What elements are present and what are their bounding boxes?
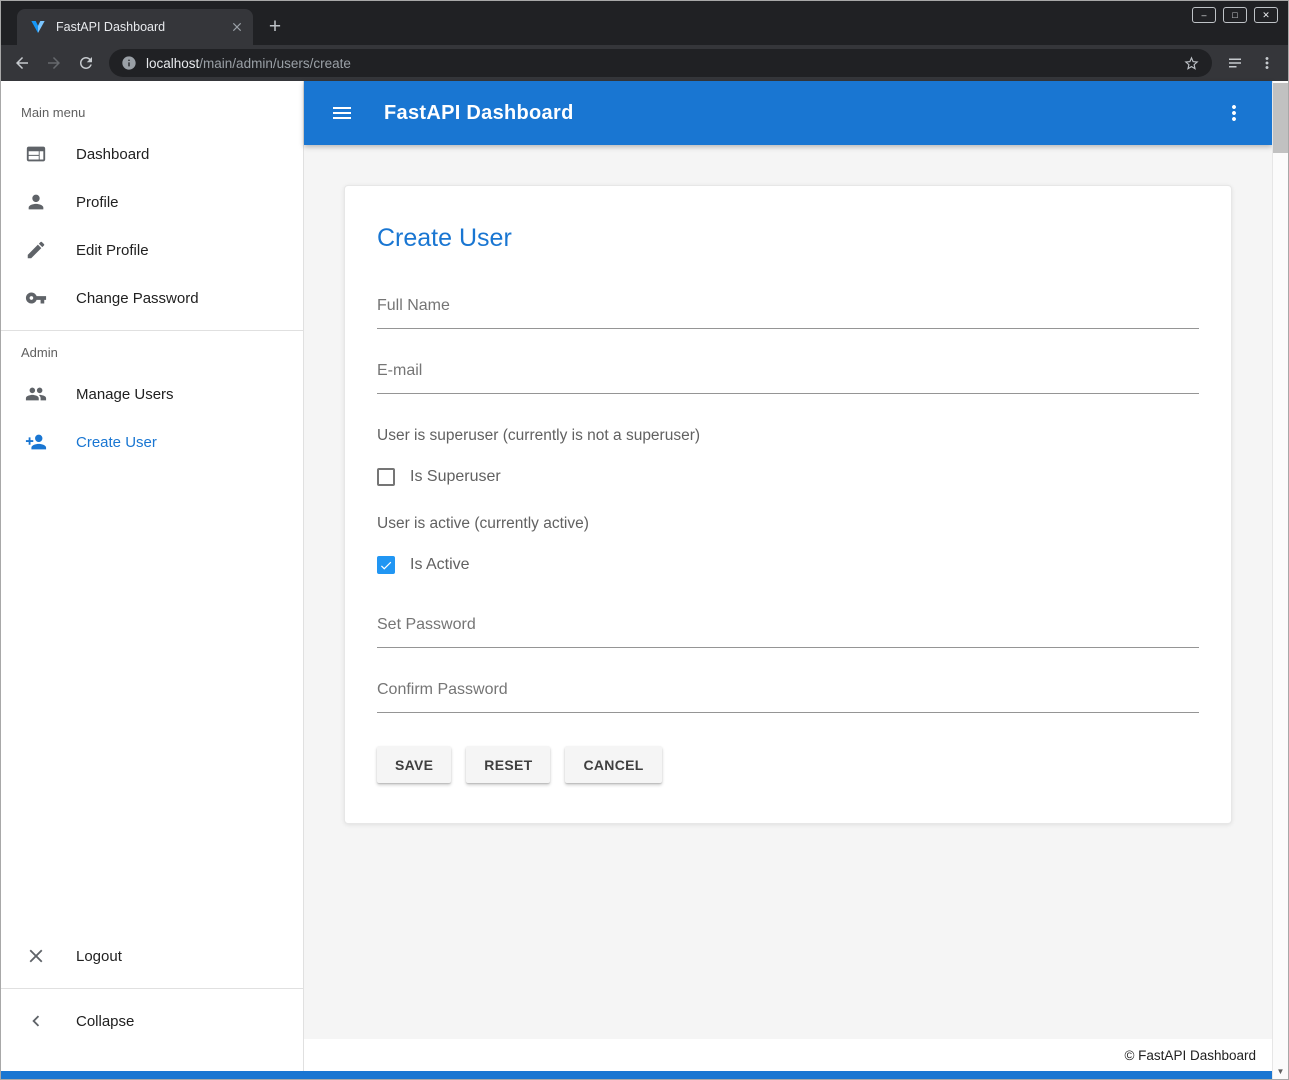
superuser-checkbox-label: Is Superuser (410, 468, 501, 486)
page-footer: © FastAPI Dashboard (304, 1039, 1272, 1071)
content-area: Create User User is superuser (currently… (304, 145, 1272, 1039)
page-title: Create User (377, 224, 1199, 253)
extension-icon[interactable] (1220, 48, 1250, 78)
main-area: FastAPI Dashboard Create User (304, 81, 1272, 1071)
sidebar-item-label: Manage Users (76, 386, 174, 403)
sidebar-item-label: Profile (76, 194, 119, 211)
active-checkbox[interactable] (377, 556, 395, 574)
reload-icon[interactable] (71, 48, 101, 78)
sidebar-item-label: Change Password (76, 290, 199, 307)
person-add-icon (25, 431, 47, 453)
chevron-left-icon (25, 1010, 47, 1032)
app-title: FastAPI Dashboard (384, 102, 574, 125)
web-page: Main menu Dashboard Profile Edit Profile… (1, 81, 1288, 1079)
form-buttons: SAVE RESET CANCEL (377, 746, 1199, 783)
full-name-input[interactable] (377, 297, 1199, 329)
sidebar-divider (1, 330, 303, 331)
create-user-card: Create User User is superuser (currently… (344, 185, 1232, 824)
sidebar-section-admin: Admin (1, 345, 303, 360)
sidebar-divider (1, 988, 303, 989)
tab-close-icon[interactable] (228, 19, 245, 36)
sidebar-item-label: Collapse (76, 1013, 134, 1030)
browser-window: FastAPI Dashboard + – □ ✕ localhost/main… (0, 0, 1289, 1080)
superuser-checkbox-row[interactable]: Is Superuser (377, 468, 1199, 486)
vuetify-favicon-icon (30, 19, 46, 35)
maximize-button[interactable]: □ (1223, 7, 1247, 23)
hamburger-menu-icon[interactable] (328, 99, 356, 127)
sidebar-item-dashboard[interactable]: Dashboard (1, 130, 303, 178)
sidebar-item-collapse[interactable]: Collapse (1, 997, 303, 1045)
active-checkbox-row[interactable]: Is Active (377, 556, 1199, 574)
scrollbar-down-arrow-icon[interactable]: ▼ (1273, 1063, 1288, 1079)
set-password-input[interactable] (377, 616, 1199, 648)
edit-icon (25, 239, 47, 261)
page-info-icon[interactable] (121, 55, 137, 71)
cancel-button[interactable]: CANCEL (565, 746, 661, 783)
close-button[interactable]: ✕ (1254, 7, 1278, 23)
superuser-checkbox[interactable] (377, 468, 395, 486)
reset-button[interactable]: RESET (466, 746, 550, 783)
sidebar-spacer (1, 466, 303, 932)
url-host: localhost (146, 56, 199, 71)
active-checkbox-label: Is Active (410, 556, 470, 574)
copyright-text: © FastAPI Dashboard (1124, 1048, 1256, 1063)
browser-tab[interactable]: FastAPI Dashboard (17, 9, 253, 45)
browser-toolbar: localhost/main/admin/users/create (1, 45, 1288, 81)
bookmark-star-icon[interactable] (1183, 55, 1200, 72)
dashboard-icon (25, 143, 47, 165)
sidebar-item-label: Edit Profile (76, 242, 149, 259)
close-x-icon (25, 945, 47, 967)
address-bar[interactable]: localhost/main/admin/users/create (109, 49, 1212, 77)
sidebar-item-logout[interactable]: Logout (1, 932, 303, 980)
email-input[interactable] (377, 362, 1199, 394)
url-path: /main/admin/users/create (199, 56, 351, 71)
app-overflow-menu-icon[interactable] (1220, 99, 1248, 127)
sidebar: Main menu Dashboard Profile Edit Profile… (1, 81, 304, 1071)
people-icon (25, 383, 47, 405)
sidebar-item-change-password[interactable]: Change Password (1, 274, 303, 322)
superuser-help-text: User is superuser (currently is not a su… (377, 427, 1199, 445)
page-scrollbar[interactable]: ▼ (1272, 81, 1288, 1079)
forward-icon[interactable] (39, 48, 69, 78)
sidebar-item-edit-profile[interactable]: Edit Profile (1, 226, 303, 274)
person-icon (25, 191, 47, 213)
sidebar-item-label: Create User (76, 434, 157, 451)
key-icon (25, 287, 47, 309)
sidebar-item-manage-users[interactable]: Manage Users (1, 370, 303, 418)
confirm-password-field (377, 681, 1199, 713)
sidebar-section-main-menu: Main menu (1, 105, 303, 120)
footer-accent-bar (1, 1071, 1272, 1079)
check-icon (379, 558, 393, 573)
browser-titlebar: FastAPI Dashboard + – □ ✕ (1, 1, 1288, 45)
save-button[interactable]: SAVE (377, 746, 451, 783)
sidebar-item-label: Logout (76, 948, 122, 965)
minimize-button[interactable]: – (1192, 7, 1216, 23)
scrollbar-thumb[interactable] (1273, 83, 1288, 153)
active-help-text: User is active (currently active) (377, 515, 1199, 533)
sidebar-item-label: Dashboard (76, 146, 149, 163)
window-controls: – □ ✕ (1192, 7, 1278, 23)
sidebar-item-create-user[interactable]: Create User (1, 418, 303, 466)
confirm-password-input[interactable] (377, 681, 1199, 713)
full-name-field (377, 297, 1199, 329)
back-icon[interactable] (7, 48, 37, 78)
sidebar-item-profile[interactable]: Profile (1, 178, 303, 226)
browser-menu-icon[interactable] (1252, 48, 1282, 78)
new-tab-button[interactable]: + (261, 13, 289, 41)
set-password-field (377, 616, 1199, 648)
url-text: localhost/main/admin/users/create (146, 56, 1174, 71)
email-field (377, 362, 1199, 394)
tab-title: FastAPI Dashboard (56, 20, 218, 34)
app-bar: FastAPI Dashboard (304, 81, 1272, 145)
